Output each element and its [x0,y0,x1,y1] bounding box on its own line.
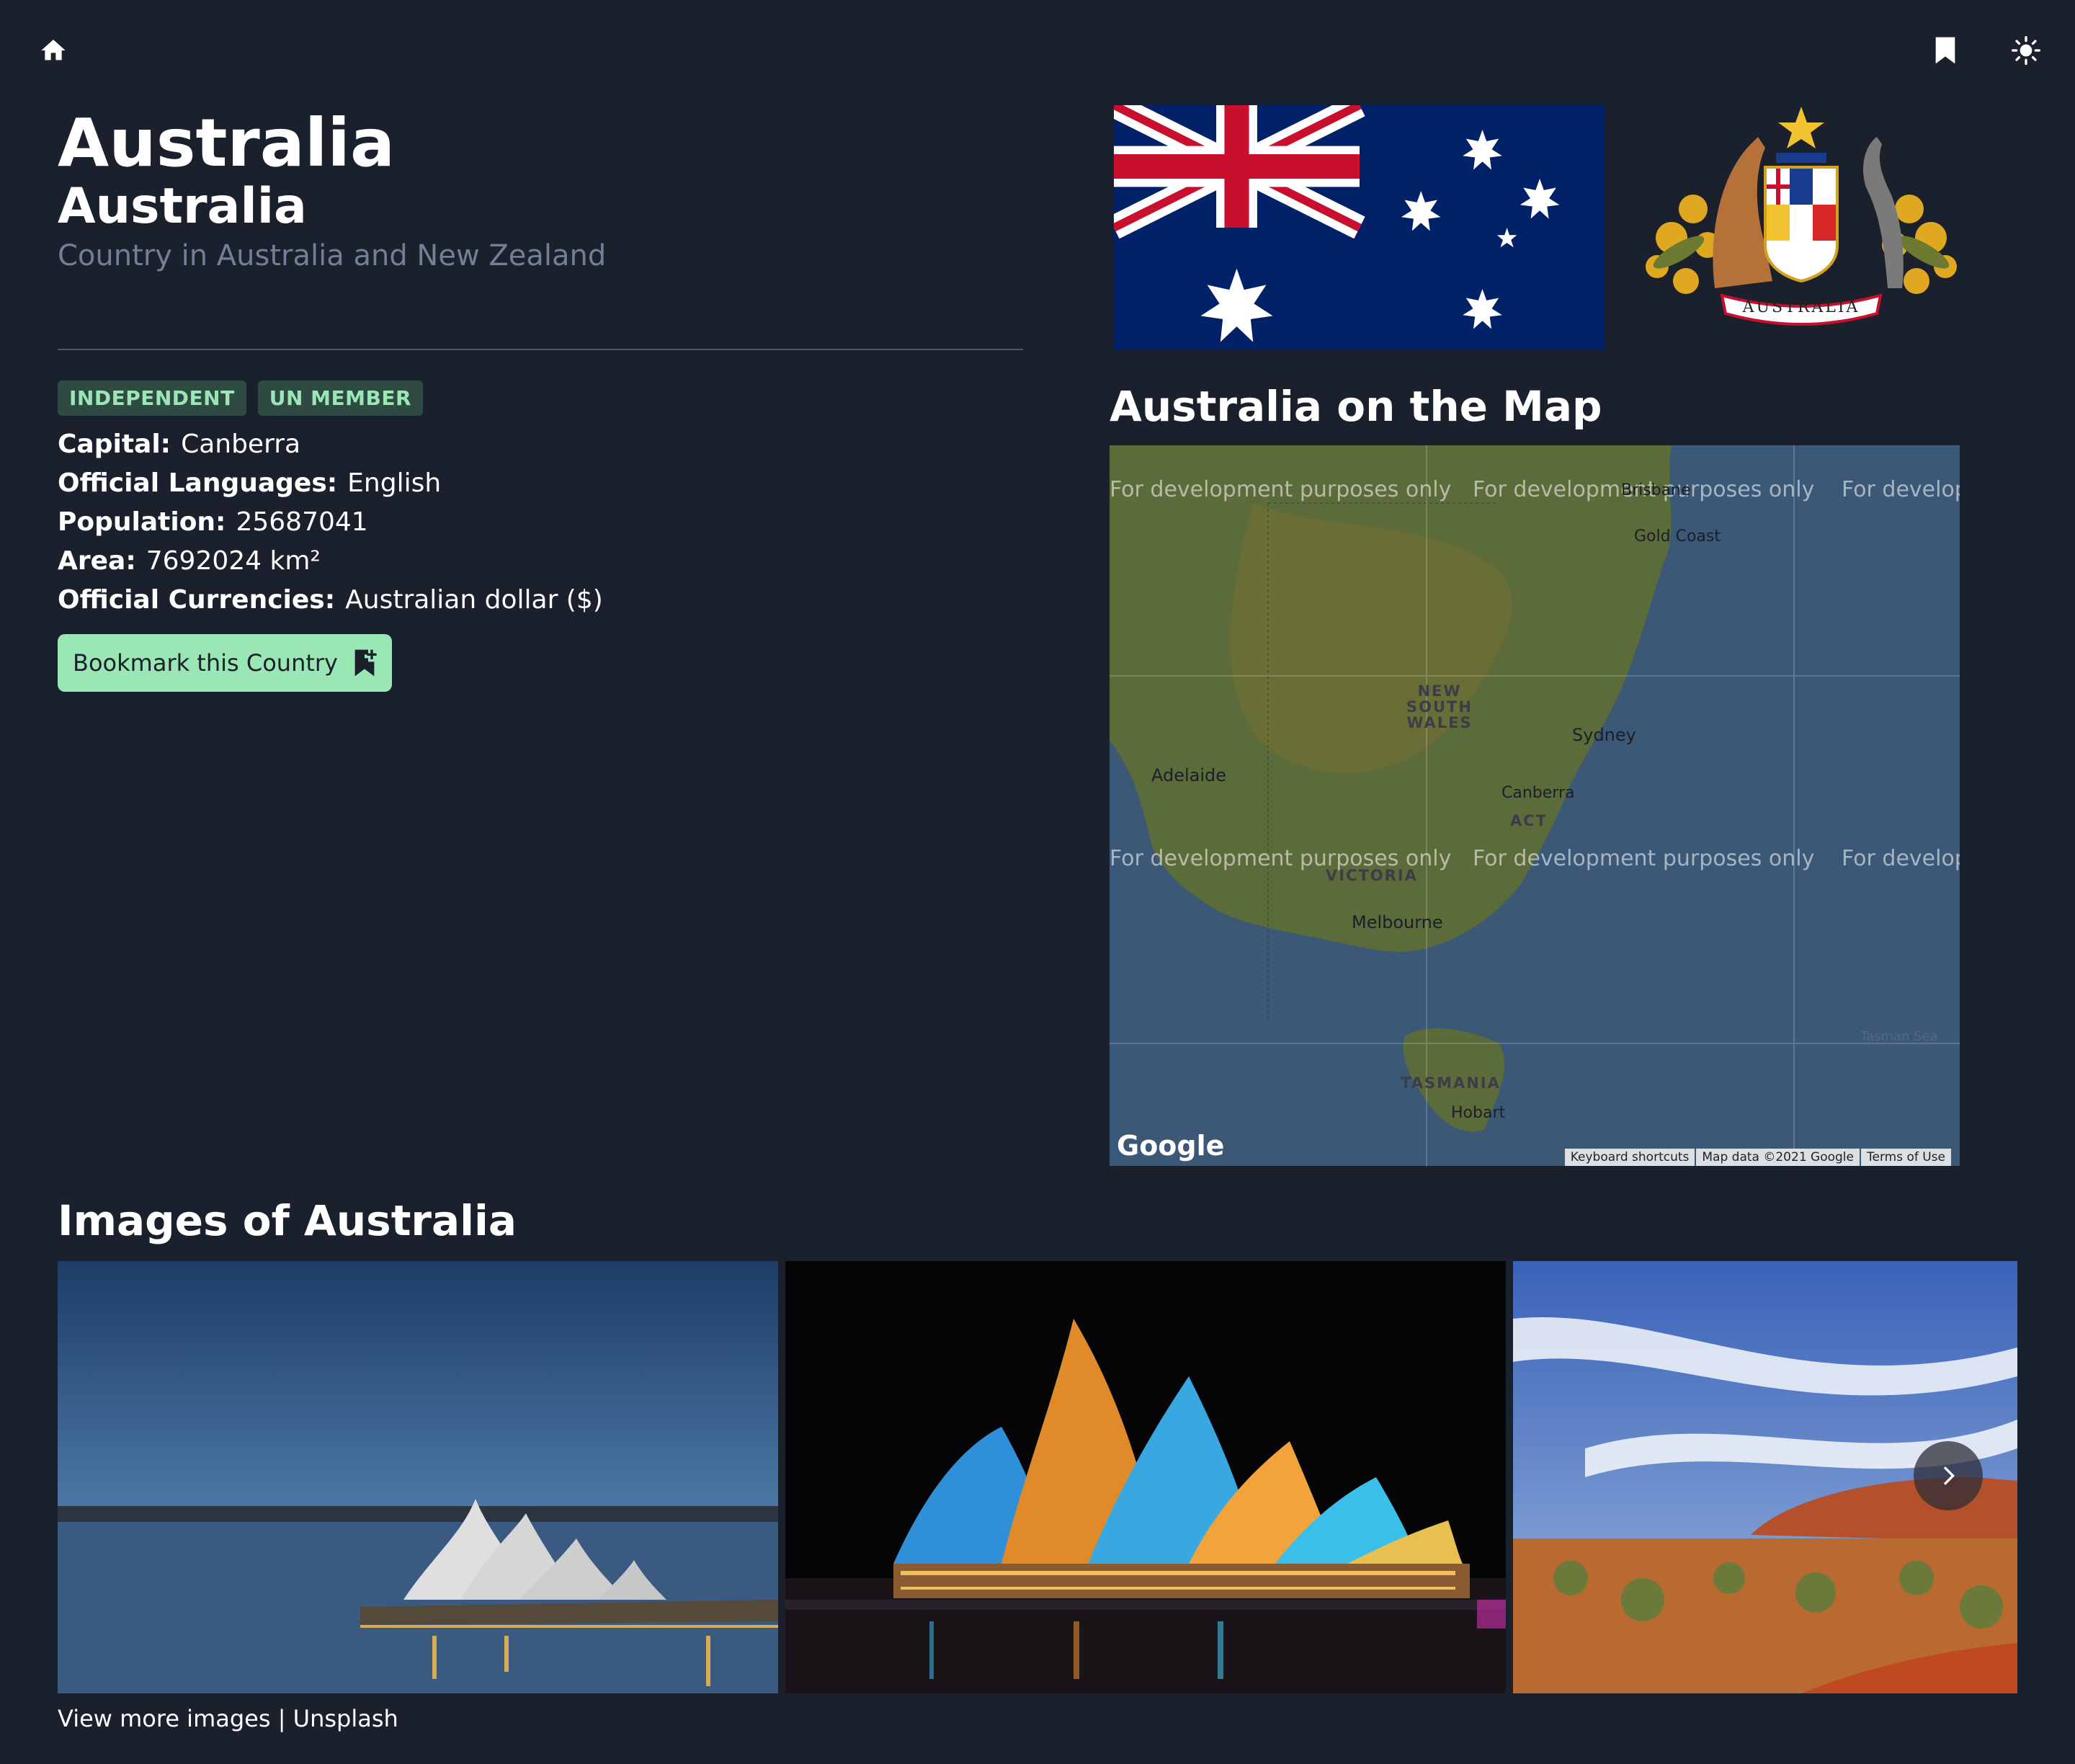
map-watermark: For development purposes only [1842,477,1960,502]
carousel-next-button[interactable] [1914,1441,1983,1510]
fact-label: Area: [58,546,136,576]
map-region-label: NEW SOUTH WALES [1406,682,1473,731]
fact-languages: Official Languages: English [58,464,603,503]
status-badges: INDEPENDENT UN MEMBER [58,380,424,416]
images-title: Images of Australia [58,1196,517,1245]
map-city-label: Brisbane [1621,481,1691,499]
bookmark-country-label: Bookmark this Country [73,649,338,677]
fact-label: Official Currencies: [58,585,336,615]
fact-value: Canberra [181,429,301,459]
home-button[interactable] [27,24,79,76]
fact-label: Population: [58,507,226,537]
chevron-right-icon [1943,1466,1955,1485]
photo-art [58,1261,778,1693]
image-carousel [58,1261,2017,1693]
map-city-label: Sydney [1572,725,1636,745]
map-region-label: ACT [1510,812,1548,829]
un-member-badge: UN MEMBER [257,380,424,416]
theme-toggle-button[interactable] [2000,24,2052,76]
map-terrain [1110,445,1960,1166]
map-title: Australia on the Map [1110,382,1602,431]
fact-value: 7692024 km² [146,546,321,576]
fact-currencies: Official Currencies: Australian dollar (… [58,581,603,620]
divider [58,349,1023,350]
map-city-label: Adelaide [1151,765,1227,785]
photo-opera-house-dusk[interactable] [58,1261,778,1693]
independent-badge: INDEPENDENT [58,380,246,416]
bookmarks-button[interactable] [1919,24,1971,76]
map-region-label: VICTORIA [1326,867,1418,884]
fact-capital: Capital: Canberra [58,425,603,464]
map-watermark: For development purposes only [1110,477,1452,502]
sun-icon [2012,36,2040,65]
fact-area: Area: 7692024 km² [58,542,603,581]
map-city-label: Melbourne [1352,912,1443,932]
country-name: Australia [58,104,396,182]
image-source-line: View more images | Unsplash [58,1705,398,1732]
coat-of-arms: AUSTRALIA [1646,107,1957,326]
map-watermark: For development purposes only [1842,846,1960,871]
fact-label: Official Languages: [58,468,338,498]
top-nav [0,0,2075,101]
photo-art [785,1261,1506,1693]
map-data-attribution: Map data ©2021 Google [1696,1149,1860,1166]
google-logo: Google [1117,1130,1225,1162]
map-sea-label: Tasman Sea [1860,1029,1938,1044]
map-watermark: For development purposes only [1473,846,1815,871]
map-footer: Keyboard shortcuts Map data ©2021 Google… [1564,1149,1951,1166]
view-more-images-link[interactable]: View more images [58,1705,271,1732]
bookmark-country-button[interactable]: Bookmark this Country [58,634,392,692]
photo-opera-house-vivid[interactable] [785,1261,1506,1693]
country-description: Country in Australia and New Zealand [58,239,607,272]
keyboard-shortcuts-link[interactable]: Keyboard shortcuts [1564,1149,1695,1166]
home-icon [41,40,66,61]
separator: | [277,1705,286,1732]
fact-population: Population: 25687041 [58,503,603,542]
fact-value: Australian dollar ($) [345,585,603,615]
fact-label: Capital: [58,429,171,459]
country-official-name: Australia [58,178,307,235]
fact-value: English [347,468,442,498]
map-region-label: TASMANIA [1401,1074,1501,1092]
bookmark-icon [1935,37,1955,64]
country-facts: Capital: Canberra Official Languages: En… [58,425,603,620]
unsplash-link[interactable]: Unsplash [293,1705,398,1732]
bookmark-add-icon [354,649,377,677]
terms-of-use-link[interactable]: Terms of Use [1860,1149,1951,1166]
map-city-label: Gold Coast [1634,527,1721,545]
map-widget[interactable]: For development purposes only For develo… [1110,445,1960,1166]
country-flag [1114,105,1605,350]
map-city-label: Hobart [1451,1104,1506,1122]
fact-value: 25687041 [236,507,368,537]
coat-of-arms-banner: AUSTRALIA [1742,298,1860,316]
map-city-label: Canberra [1501,784,1575,802]
